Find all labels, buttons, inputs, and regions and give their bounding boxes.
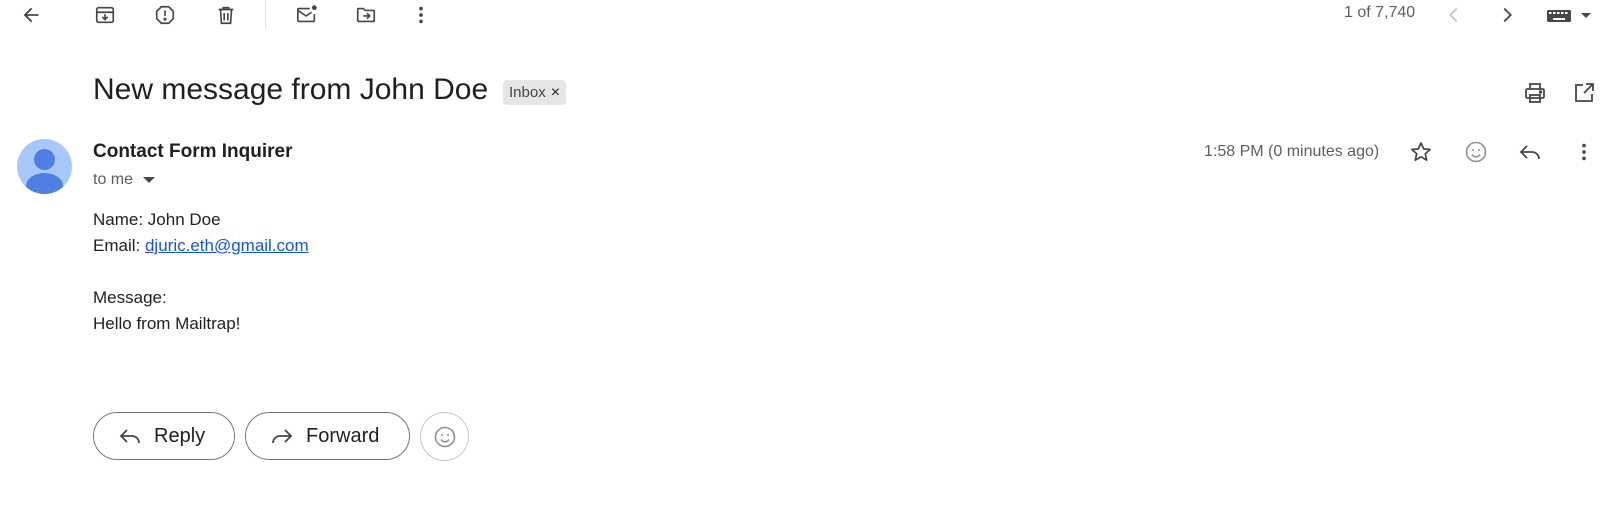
body-email-prefix: Email:: [93, 236, 145, 255]
recipient-line[interactable]: to me: [93, 171, 156, 189]
remove-label-icon[interactable]: ×: [551, 84, 560, 102]
toolbar-divider: [265, 0, 266, 28]
reply-button[interactable]: Reply: [93, 412, 235, 460]
reply-button-label: Reply: [154, 424, 206, 447]
body-message-label: Message:: [93, 288, 167, 307]
avatar-body-shape: [26, 173, 63, 194]
body-message-text: Hello from Mailtrap!: [93, 314, 241, 333]
print-icon[interactable]: [1521, 79, 1549, 107]
show-details-caret-icon[interactable]: [143, 177, 156, 183]
forward-arrow-icon: [270, 424, 294, 448]
sender-name[interactable]: Contact Form Inquirer: [93, 141, 293, 163]
body-email-line: Email: djuric.eth@gmail.com: [93, 233, 309, 259]
emoji-reaction-icon[interactable]: [1462, 138, 1490, 166]
message-counter: 1 of 7,740: [1344, 4, 1416, 21]
body-name-line: Name: John Doe: [93, 210, 221, 229]
older-chevron-icon[interactable]: [1494, 2, 1520, 28]
email-timestamp: 1:58 PM (0 minutes ago): [1204, 143, 1380, 160]
sender-avatar[interactable]: [17, 139, 72, 194]
delete-icon[interactable]: [213, 2, 239, 28]
forward-button-label: Forward: [306, 424, 380, 447]
forward-button[interactable]: Forward: [245, 412, 410, 460]
star-icon[interactable]: [1407, 138, 1435, 166]
recipient-text: to me: [93, 171, 134, 188]
inbox-label-chip[interactable]: Inbox ×: [503, 80, 567, 105]
email-subject: New message from John Doe: [93, 73, 489, 106]
label-text: Inbox: [509, 84, 546, 101]
keyboard-icon[interactable]: [1544, 2, 1594, 28]
more-vert-icon[interactable]: [408, 2, 434, 28]
move-to-icon[interactable]: [353, 2, 379, 28]
mark-unread-icon[interactable]: [293, 2, 321, 28]
newer-chevron-icon[interactable]: [1441, 2, 1467, 28]
emoji-react-button[interactable]: [420, 412, 469, 461]
open-in-new-window-icon[interactable]: [1570, 79, 1598, 107]
report-spam-icon[interactable]: [152, 2, 178, 28]
back-arrow-icon[interactable]: [18, 2, 44, 28]
message-more-vert-icon[interactable]: [1572, 138, 1596, 166]
reply-icon[interactable]: [1516, 138, 1544, 166]
email-body: Name: John Doe Email: djuric.eth@gmail.c…: [93, 207, 309, 337]
sender-email-link[interactable]: djuric.eth@gmail.com: [145, 236, 309, 255]
avatar-head-shape: [34, 149, 55, 170]
reply-arrow-icon: [118, 424, 142, 448]
archive-icon[interactable]: [92, 2, 118, 28]
smiley-icon: [433, 425, 457, 449]
